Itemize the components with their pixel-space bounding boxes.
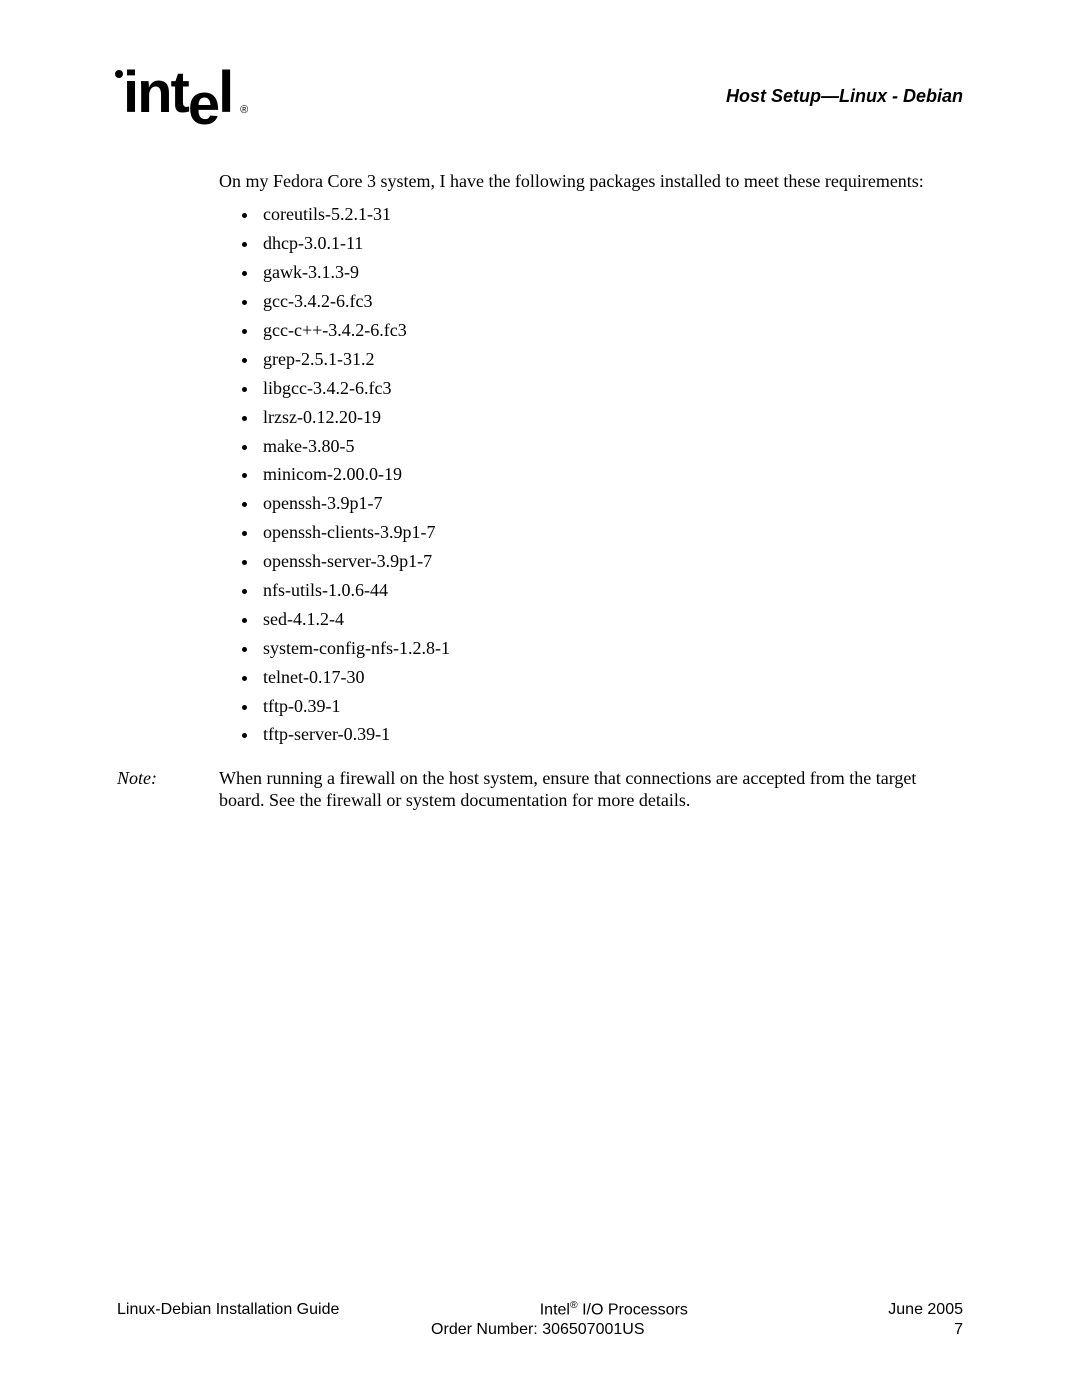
list-item: lrzsz-0.12.20-19 bbox=[259, 406, 963, 429]
list-item: telnet-0.17-30 bbox=[259, 666, 963, 689]
list-item: grep-2.5.1-31.2 bbox=[259, 348, 963, 371]
intro-paragraph: On my Fedora Core 3 system, I have the f… bbox=[219, 170, 963, 193]
body-content: On my Fedora Core 3 system, I have the f… bbox=[219, 170, 963, 747]
list-item: openssh-server-3.9p1-7 bbox=[259, 550, 963, 573]
footer-center-pre: Intel bbox=[540, 1301, 570, 1318]
packages-list: coreutils-5.2.1-31 dhcp-3.0.1-11 gawk-3.1.… bbox=[219, 203, 963, 746]
page-footer: Linux-Debian Installation Guide Intel® I… bbox=[117, 1299, 963, 1340]
list-item: system-config-nfs-1.2.8-1 bbox=[259, 637, 963, 660]
list-item: sed-4.1.2-4 bbox=[259, 608, 963, 631]
note-label: Note: bbox=[117, 767, 219, 812]
note-text: When running a firewall on the host syst… bbox=[219, 767, 963, 812]
note-block: Note: When running a firewall on the hos… bbox=[117, 767, 963, 812]
footer-order-number: Order Number: 306507001US bbox=[121, 1320, 954, 1340]
page-number: 7 bbox=[954, 1320, 963, 1340]
list-item: nfs-utils-1.0.6-44 bbox=[259, 579, 963, 602]
footer-date: June 2005 bbox=[888, 1300, 963, 1320]
page-header: intel® Host Setup—Linux - Debian bbox=[117, 64, 963, 122]
list-item: gawk-3.1.3-9 bbox=[259, 261, 963, 284]
list-item: tftp-server-0.39-1 bbox=[259, 723, 963, 746]
footer-left: Linux-Debian Installation Guide bbox=[117, 1300, 339, 1320]
list-item: libgcc-3.4.2-6.fc3 bbox=[259, 377, 963, 400]
footer-center-post: I/O Processors bbox=[578, 1301, 688, 1318]
list-item: gcc-3.4.2-6.fc3 bbox=[259, 290, 963, 313]
list-item: minicom-2.00.0-19 bbox=[259, 463, 963, 486]
intel-logo: intel® bbox=[117, 64, 246, 122]
section-title: Host Setup—Linux - Debian bbox=[726, 86, 963, 107]
list-item: make-3.80-5 bbox=[259, 435, 963, 458]
list-item: openssh-3.9p1-7 bbox=[259, 492, 963, 515]
list-item: openssh-clients-3.9p1-7 bbox=[259, 521, 963, 544]
list-item: coreutils-5.2.1-31 bbox=[259, 203, 963, 226]
list-item: gcc-c++-3.4.2-6.fc3 bbox=[259, 319, 963, 342]
reg-mark-icon: ® bbox=[570, 1300, 578, 1311]
list-item: dhcp-3.0.1-11 bbox=[259, 232, 963, 255]
list-item: tftp-0.39-1 bbox=[259, 695, 963, 718]
footer-center-line1: Intel® I/O Processors bbox=[339, 1299, 888, 1320]
